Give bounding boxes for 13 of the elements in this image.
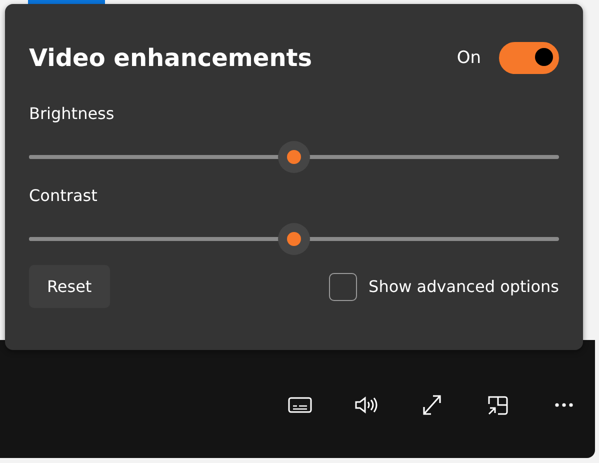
toggle-label: On	[456, 48, 481, 68]
slider[interactable]	[29, 141, 559, 173]
volume-icon[interactable]	[353, 394, 379, 416]
reset-button[interactable]: Reset	[29, 265, 110, 308]
toggle-switch[interactable]	[499, 42, 559, 74]
checkbox-label: Show advanced options	[368, 277, 559, 296]
slider-thumb[interactable]	[278, 223, 310, 255]
panel-title: Video enhancements	[29, 44, 314, 72]
slider[interactable]	[29, 223, 559, 255]
slider-label: Brightness	[29, 103, 116, 125]
slider-label: Contrast	[29, 185, 98, 207]
slider-thumb[interactable]	[278, 141, 310, 173]
checkbox[interactable]	[328, 272, 357, 300]
